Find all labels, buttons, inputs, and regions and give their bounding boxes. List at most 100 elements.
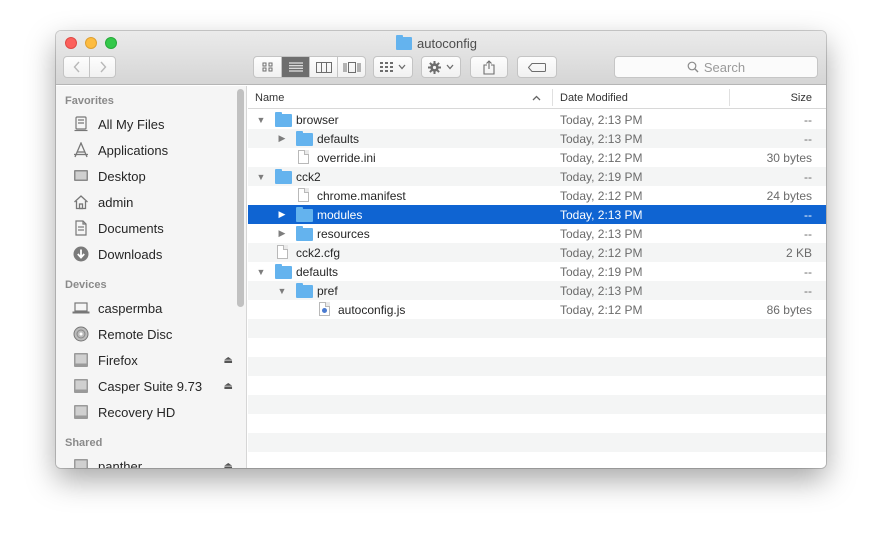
file-size: -- [804,169,812,184]
drive-icon [72,351,90,369]
file-date-modified: Today, 2:12 PM [560,302,643,317]
sidebar-item-all-my-files[interactable]: All My Files [72,113,242,135]
disclosure-expanded-icon[interactable]: ▼ [256,167,266,186]
column-date-header[interactable]: Date Modified [552,89,728,106]
folder-icon [275,264,292,279]
document-icon [298,150,309,164]
sidebar-item-panther[interactable]: panther ⏏ [72,455,242,468]
file-date-modified: Today, 2:13 PM [560,283,643,298]
eject-icon[interactable]: ⏏ [224,355,233,366]
sidebar-heading-shared: Shared [65,437,103,449]
sidebar-item-casper-suite[interactable]: Casper Suite 9.73 ⏏ [72,375,242,397]
sidebar-heading-devices: Devices [65,279,107,291]
table-row[interactable]: ▶ resources Today, 2:13 PM -- [248,224,826,243]
forward-button[interactable] [89,57,115,77]
table-row[interactable]: override.ini Today, 2:12 PM 30 bytes [248,148,826,167]
table-row-empty [248,338,826,357]
sidebar-scrollbar[interactable] [237,89,244,307]
window-title-label: autoconfig [417,35,477,51]
table-row[interactable]: ▼ cck2 Today, 2:19 PM -- [248,167,826,186]
drive-icon [72,377,90,395]
file-name: modules [317,207,363,222]
disclosure-collapsed-icon[interactable]: ▶ [277,129,287,148]
file-rows: ▼ browser Today, 2:13 PM -- ▶ defaults Today, … [248,110,826,468]
sidebar-item-applications[interactable]: Applications [72,139,242,161]
zoom-window-button[interactable] [105,37,117,49]
back-button[interactable] [64,57,89,77]
sidebar-item-label: Desktop [98,168,146,184]
table-row[interactable]: ▼ pref Today, 2:13 PM -- [248,281,826,300]
eject-icon[interactable]: ⏏ [224,461,233,469]
share-button[interactable] [470,56,508,78]
server-icon [72,457,90,468]
file-date-modified: Today, 2:13 PM [560,112,643,127]
sidebar-item-label: Downloads [98,246,163,262]
sidebar-item-label: admin [98,194,134,210]
file-name: override.ini [317,150,376,165]
disclosure-collapsed-icon[interactable]: ▶ [277,224,287,243]
table-row[interactable]: cck2.cfg Today, 2:12 PM 2 KB [248,243,826,262]
columns-icon [315,61,332,73]
sidebar-item-caspermba[interactable]: caspermba [72,297,242,319]
table-row[interactable]: chrome.manifest Today, 2:12 PM 24 bytes [248,186,826,205]
file-name: cck2.cfg [296,245,341,260]
chevron-down-icon [398,64,406,70]
cover-flow-view-button[interactable] [337,57,365,77]
sidebar-item-label: caspermba [98,300,163,316]
sidebar-item-firefox[interactable]: Firefox ⏏ [72,349,242,371]
back-forward-group [63,56,116,78]
disclosure-expanded-icon[interactable]: ▼ [277,281,287,300]
table-row-empty [248,395,826,414]
file-date-modified: Today, 2:13 PM [560,131,643,146]
sidebar-item-label: Remote Disc [98,326,173,342]
sidebar-item-desktop[interactable]: Desktop [72,165,242,187]
arrange-grid-icon [380,62,393,72]
sidebar-item-documents[interactable]: Documents [72,217,242,239]
sidebar-item-label: All My Files [98,116,165,132]
sidebar-item-downloads[interactable]: Downloads [72,243,242,265]
all-files-icon [72,115,90,133]
folder-icon [275,169,292,184]
disclosure-expanded-icon[interactable]: ▼ [256,110,266,129]
search-field[interactable]: Search [614,56,818,78]
table-row[interactable]: ▼ browser Today, 2:13 PM -- [248,110,826,129]
table-row[interactable]: ▶ defaults Today, 2:13 PM -- [248,129,826,148]
tag-icon [528,62,546,72]
table-row-empty [248,452,826,468]
javascript-file-icon [319,302,330,316]
file-name: defaults [317,131,360,146]
grid-icon [262,62,272,72]
file-name: autoconfig.js [338,302,406,317]
column-name-header[interactable]: Name [255,86,545,109]
table-row[interactable]: ▼ defaults Today, 2:19 PM -- [248,262,826,281]
sidebar-item-label: Documents [98,220,164,236]
list-view-button[interactable] [281,57,309,77]
file-name: pref [317,283,338,298]
folder-icon [296,226,313,241]
finder-window: autoconfig Search Favorites All My Files… [56,31,826,468]
disclosure-collapsed-icon[interactable]: ▶ [277,205,287,224]
desktop-icon [72,167,90,185]
icon-view-button[interactable] [254,57,281,77]
file-date-modified: Today, 2:12 PM [560,150,643,165]
folder-icon [296,207,313,222]
action-button[interactable] [421,56,461,78]
close-window-button[interactable] [65,37,77,49]
sidebar-item-recovery-hd[interactable]: Recovery HD [72,401,242,423]
applications-icon [72,141,90,159]
file-name: resources [317,226,370,241]
minimize-window-button[interactable] [85,37,97,49]
sidebar-item-remote-disc[interactable]: Remote Disc [72,323,242,345]
eject-icon[interactable]: ⏏ [224,381,233,392]
sidebar-item-admin[interactable]: admin [72,191,242,213]
tag-button[interactable] [517,56,557,78]
table-row-empty [248,319,826,338]
documents-icon [72,219,90,237]
table-row[interactable]: ▶ modules Today, 2:13 PM -- [248,205,826,224]
disclosure-expanded-icon[interactable]: ▼ [256,262,266,281]
sidebar-item-label: Firefox [98,352,138,368]
arrange-button[interactable] [373,56,413,78]
column-view-button[interactable] [309,57,337,77]
table-row[interactable]: autoconfig.js Today, 2:12 PM 86 bytes [248,300,826,319]
column-size-header[interactable]: Size [729,89,826,106]
